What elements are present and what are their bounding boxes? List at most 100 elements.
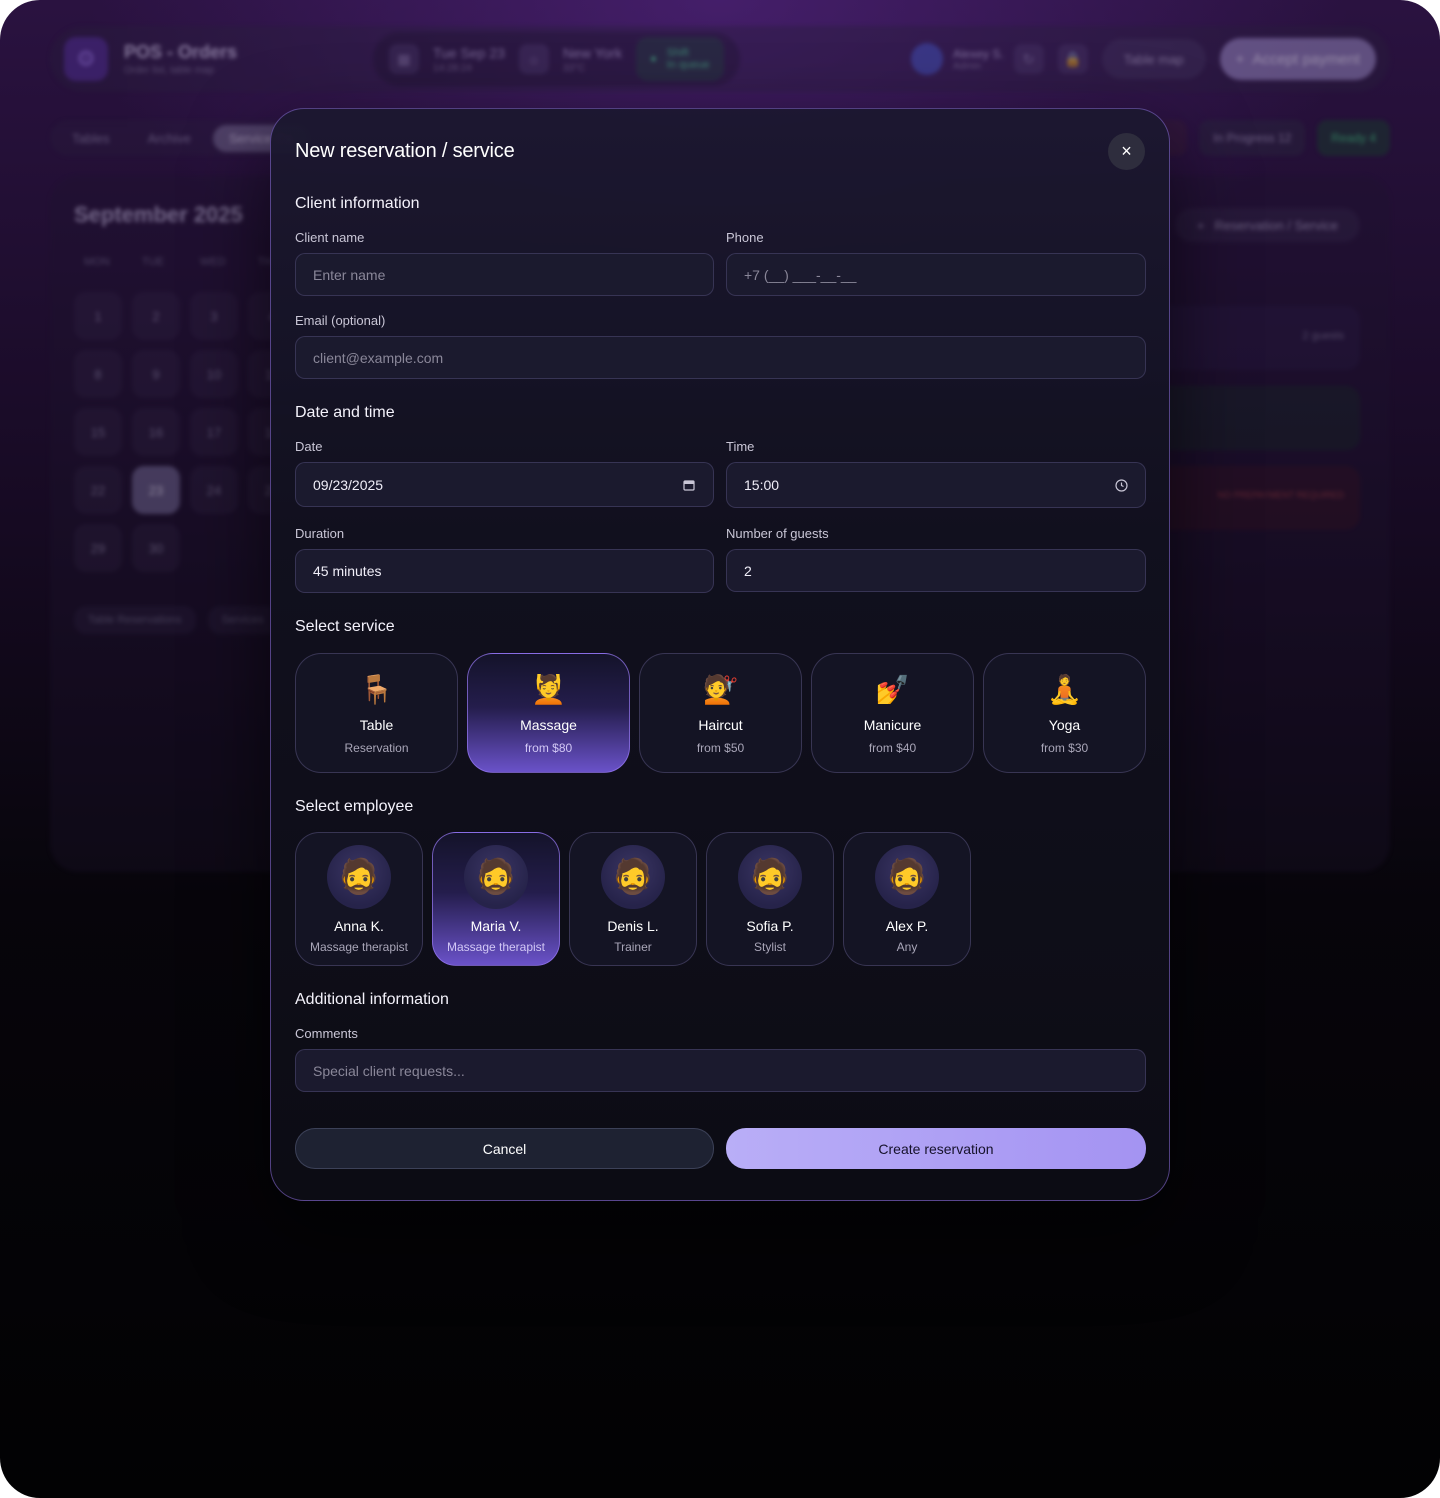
calendar-day[interactable]: 30 [132, 524, 180, 572]
modal-title: New reservation / service [295, 140, 515, 162]
additional-section-heading: Additional information [295, 991, 449, 1008]
employee-card-anna[interactable]: 🧔 Anna K. Massage therapist [295, 832, 423, 966]
calendar-day[interactable]: 10 [190, 350, 238, 398]
table-map-button[interactable]: Table map [1101, 39, 1206, 79]
avatar: 🧔 [327, 845, 391, 909]
employee-card-alex[interactable]: 🧔 Alex P. Any [843, 832, 971, 966]
weather-readout: New York 33°C [563, 45, 622, 74]
date-label: Date [295, 439, 323, 454]
calendar-day[interactable]: 16 [132, 408, 180, 456]
calendar-day[interactable]: 29 [74, 524, 122, 572]
service-card-haircut[interactable]: 💇 Haircut from $50 [639, 653, 802, 773]
reservation-service-button[interactable]: + Reservation / Service [1174, 208, 1360, 242]
client-name-label: Client name [295, 230, 365, 245]
haircut-icon: 💇 [703, 674, 738, 705]
service-section-heading: Select service [295, 618, 395, 635]
service-price: from $50 [696, 741, 745, 755]
calendar-tabs: Table Reservations Services [74, 606, 278, 634]
employee-name: Alex P. [885, 918, 929, 934]
weekday: WED [200, 256, 226, 268]
employee-name: Denis L. [607, 918, 659, 934]
avatar: 🧔 [464, 845, 528, 909]
client-section-heading: Client information [295, 195, 420, 212]
employee-role: Massage therapist [446, 940, 546, 954]
plus-icon: + [1196, 217, 1205, 233]
avatar: 🧔 [738, 845, 802, 909]
top-bar: ⚙ POS - Orders Order list, table map ▦ T… [50, 26, 1390, 92]
calendar-icon[interactable] [682, 478, 696, 492]
client-name-input[interactable] [295, 253, 714, 296]
service-card-table[interactable]: 🪑 Table Reservation [295, 653, 458, 773]
service-card-manicure[interactable]: 💅 Manicure from $40 [811, 653, 974, 773]
app-title: POS - Orders [124, 42, 238, 62]
calendar-day[interactable]: 15 [74, 408, 122, 456]
email-label: Email (optional) [295, 313, 386, 328]
calendar-day-selected[interactable]: 23 [132, 466, 180, 514]
accept-payment-button[interactable]: + Accept payment [1219, 38, 1376, 80]
calendar-day[interactable]: 9 [132, 350, 180, 398]
tab-tables[interactable]: Tables [56, 125, 126, 152]
calendar-day[interactable]: 24 [190, 466, 238, 514]
calendar-grid: 1 2 3 4 8 9 10 11 15 16 17 18 22 23 24 2… [74, 292, 296, 572]
app-subtitle: Order list, table map [124, 65, 215, 76]
service-name: Massage [520, 717, 577, 733]
date-input[interactable]: 09/23/2025 [295, 462, 714, 507]
calendar-day[interactable]: 22 [74, 466, 122, 514]
date-value: 09/23/2025 [313, 476, 384, 493]
new-reservation-modal: New reservation / service × Client infor… [270, 108, 1170, 1201]
current-date: Tue Sep 23 [433, 44, 505, 61]
status-badge-in-progress[interactable]: In Progress 12 [1199, 120, 1306, 156]
service-card-yoga[interactable]: 🧘 Yoga from $30 [983, 653, 1146, 773]
calendar-day[interactable]: 17 [190, 408, 238, 456]
weekday: TUE [142, 256, 164, 268]
close-button[interactable]: × [1108, 133, 1145, 170]
yoga-icon: 🧘 [1047, 674, 1082, 705]
employee-card-denis[interactable]: 🧔 Denis L. Trainer [569, 832, 697, 966]
booking-card[interactable]: 2 guests [1140, 306, 1360, 370]
time-input[interactable]: 15:00 [726, 462, 1146, 508]
employee-section-heading: Select employee [295, 798, 414, 815]
calendar-day[interactable]: 2 [132, 292, 180, 340]
employee-name: Sofia P. [746, 918, 794, 934]
temperature: 33°C [562, 62, 586, 74]
create-reservation-button[interactable]: Create reservation [726, 1128, 1146, 1169]
service-name: Yoga [1048, 717, 1081, 733]
employee-card-maria[interactable]: 🧔 Maria V. Massage therapist [432, 832, 560, 966]
service-card-massage[interactable]: 💆 Massage from $80 [467, 653, 630, 773]
lock-icon[interactable]: 🔒 [1057, 44, 1088, 74]
tab-services[interactable]: Services [207, 606, 278, 634]
user-block[interactable]: Alexey S. Admin ↻ [910, 43, 1044, 75]
booking-card[interactable]: NO PREPAYMENT REQUIRED [1140, 466, 1360, 530]
datetime-section-heading: Date and time [295, 404, 395, 421]
booking-card[interactable] [1140, 386, 1360, 450]
tab-table-reservations[interactable]: Table Reservations [74, 606, 196, 634]
duration-select[interactable]: 45 minutes [295, 549, 714, 593]
calendar-title: September 2025 [74, 202, 243, 227]
service-price: from $40 [868, 741, 917, 755]
duration-value: 45 minutes [313, 563, 382, 579]
user-role: Admin [952, 60, 982, 72]
datetime-readout: Tue Sep 23 14:28:24 [433, 45, 505, 74]
calendar-day[interactable]: 3 [190, 292, 238, 340]
comments-input[interactable] [295, 1049, 1146, 1092]
calendar-day[interactable]: 8 [74, 350, 122, 398]
employee-role: Any [896, 940, 918, 954]
email-input[interactable] [295, 336, 1146, 379]
employee-role: Massage therapist [309, 940, 409, 954]
status-badge-ready[interactable]: Ready 4 [1317, 120, 1390, 156]
guests-input[interactable]: 2 [726, 549, 1146, 592]
refresh-icon[interactable]: ↻ [1013, 44, 1044, 74]
shift-status: In queue [666, 59, 710, 71]
clock-icon[interactable] [1114, 478, 1128, 492]
logo-icon: ⚙ [64, 37, 108, 81]
calendar-day[interactable]: 1 [74, 292, 122, 340]
user-name: Alexey S. Admin [952, 46, 1004, 72]
shift-badge: ● Shift In queue [636, 37, 724, 81]
tab-archive[interactable]: Archive [132, 125, 207, 152]
shift-label: Shift [666, 47, 689, 59]
status-pill: ▦ Tue Sep 23 14:28:24 ☼ New York 33°C ● … [373, 32, 740, 86]
employee-name: Maria V. [470, 918, 522, 934]
employee-card-sofia[interactable]: 🧔 Sofia P. Stylist [706, 832, 834, 966]
phone-input[interactable] [726, 253, 1146, 296]
cancel-button[interactable]: Cancel [295, 1128, 714, 1169]
